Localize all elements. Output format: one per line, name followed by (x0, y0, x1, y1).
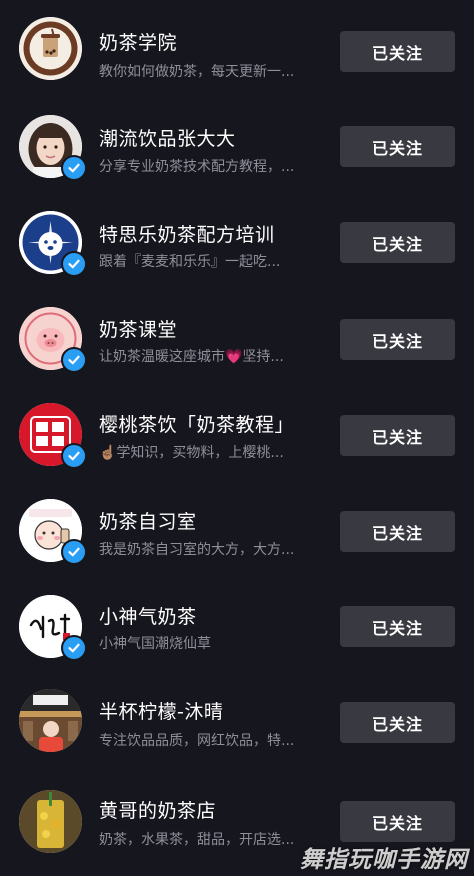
verified-badge-icon (61, 635, 87, 661)
account-name[interactable]: 半杯柠檬-沐晴 (99, 697, 223, 724)
list-item[interactable]: 潮流饮品张大大 分享专业奶茶技术配方教程，... 已关注 (0, 96, 474, 192)
list-item[interactable]: 奶茶学院 教你如何做奶茶，每天更新一... 已关注 (0, 0, 474, 96)
account-bio: 分享专业奶茶技术配方教程，... (99, 159, 295, 175)
list-item[interactable]: 特思乐奶茶配方培训 跟着『麦麦和乐乐』一起吃... 已关注 (0, 192, 474, 288)
avatar[interactable] (19, 595, 87, 661)
account-bio: 让奶茶温暖这座城市💗坚持... (99, 349, 284, 365)
milk-tea-college-logo (19, 17, 82, 80)
list-item[interactable]: 奶茶自习室 我是奶茶自习室的大方，大方... 已关注 (0, 480, 474, 576)
account-name[interactable]: 特思乐奶茶配方培训 (99, 220, 275, 247)
account-bio: 我是奶茶自习室的大方，大方... (99, 542, 295, 558)
avatar[interactable] (19, 499, 87, 565)
following-button[interactable]: 已关注 (340, 702, 455, 743)
following-button[interactable]: 已关注 (340, 31, 455, 72)
account-name[interactable]: 小神气奶茶 (99, 602, 197, 629)
account-name[interactable]: 黄哥的奶茶店 (99, 796, 216, 823)
avatar[interactable] (19, 403, 87, 469)
account-name[interactable]: 奶茶自习室 (99, 507, 197, 534)
avatar[interactable] (19, 115, 87, 181)
list-item[interactable]: 奶茶课堂 让奶茶温暖这座城市💗坚持... 已关注 (0, 288, 474, 384)
verified-badge-icon (61, 443, 87, 469)
avatar[interactable] (19, 689, 82, 752)
account-bio: 跟着『麦麦和乐乐』一起吃... (99, 254, 281, 270)
account-bio: 小神气国潮烧仙草 (99, 636, 211, 652)
following-button[interactable]: 已关注 (340, 222, 455, 263)
watermark: 舞指玩咖手游网 (300, 847, 468, 873)
drink-photo (19, 790, 82, 853)
account-name[interactable]: 奶茶学院 (99, 28, 177, 55)
account-bio: ☝🏽学知识，买物料，上樱桃... (99, 445, 284, 461)
account-name[interactable]: 樱桃茶饮「奶茶教程」 (99, 410, 294, 437)
list-item[interactable]: 半杯柠檬-沐晴 专注饮品品质，网红饮品，特... 已关注 (0, 672, 474, 768)
following-button[interactable]: 已关注 (340, 606, 455, 647)
avatar[interactable] (19, 307, 87, 373)
account-bio: 教你如何做奶茶，每天更新一... (99, 64, 295, 80)
following-button[interactable]: 已关注 (340, 801, 455, 842)
following-button[interactable]: 已关注 (340, 126, 455, 167)
list-item[interactable]: 樱桃茶饮「奶茶教程」 ☝🏽学知识，买物料，上樱桃... 已关注 (0, 384, 474, 480)
following-button[interactable]: 已关注 (340, 415, 455, 456)
list-item[interactable]: 小神气奶茶 小神气国潮烧仙草 已关注 (0, 576, 474, 672)
following-button[interactable]: 已关注 (340, 319, 455, 360)
account-bio: 奶茶，水果茶，甜品，开店选... (99, 832, 295, 848)
following-button[interactable]: 已关注 (340, 511, 455, 552)
verified-badge-icon (61, 251, 87, 277)
account-name[interactable]: 潮流饮品张大大 (99, 124, 236, 151)
account-name[interactable]: 奶茶课堂 (99, 315, 177, 342)
verified-badge-icon (61, 155, 87, 181)
avatar[interactable] (19, 17, 82, 80)
avatar[interactable] (19, 790, 82, 853)
shop-photo (19, 689, 82, 752)
avatar[interactable] (19, 211, 87, 277)
account-bio: 专注饮品品质，网红饮品，特... (99, 733, 295, 749)
verified-badge-icon (61, 539, 87, 565)
verified-badge-icon (61, 347, 87, 373)
